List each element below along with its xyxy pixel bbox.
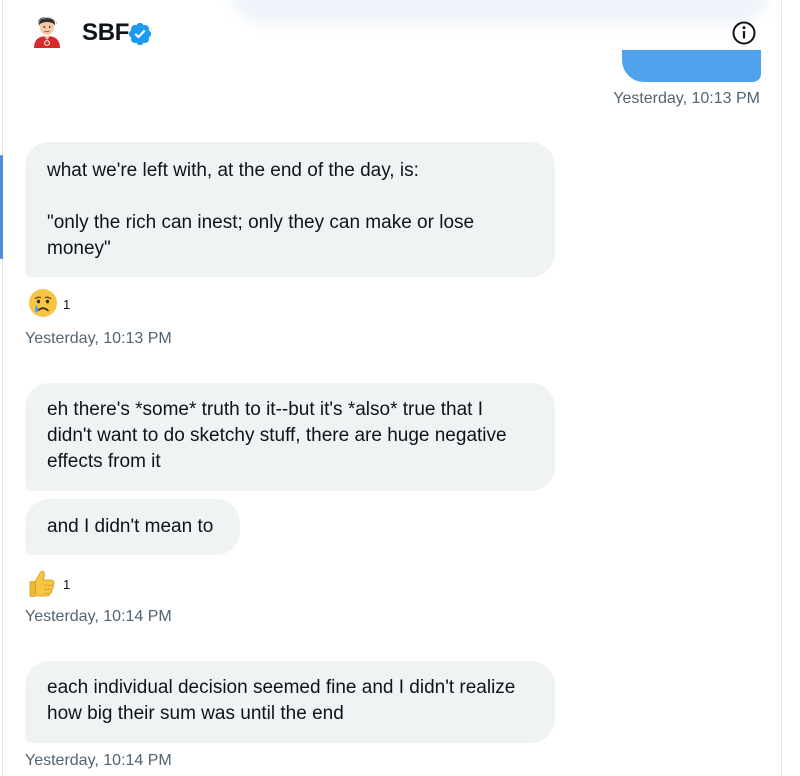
reaction-count: 1 bbox=[63, 296, 71, 312]
verified-badge-icon bbox=[128, 22, 152, 46]
conversation-left-border bbox=[2, 0, 3, 776]
message-timestamp: Yesterday, 10:14 PM bbox=[25, 752, 172, 769]
received-message-bubble[interactable]: what we're left with, at the end of the … bbox=[25, 142, 555, 277]
message-timestamp: Yesterday, 10:13 PM bbox=[25, 330, 172, 347]
received-message-bubble[interactable]: each individual decision seemed fine and… bbox=[25, 661, 555, 743]
person-avatar-icon[interactable] bbox=[30, 14, 64, 48]
message-reaction[interactable]: 1 bbox=[27, 286, 70, 320]
message-timestamp: Yesterday, 10:14 PM bbox=[25, 608, 172, 625]
scroll-indicator[interactable] bbox=[0, 155, 3, 259]
sent-message-timestamp: Yesterday, 10:13 PM bbox=[613, 90, 760, 107]
reaction-count: 1 bbox=[63, 576, 71, 592]
crying-face-icon bbox=[29, 289, 57, 317]
received-message-bubble[interactable]: and I didn't mean to bbox=[25, 499, 240, 555]
conversation-right-border bbox=[781, 0, 782, 776]
thumbs-up-icon bbox=[29, 570, 55, 597]
contact-name[interactable]: SBF bbox=[82, 19, 129, 47]
message-reaction[interactable]: 1 bbox=[27, 566, 70, 600]
received-message-bubble[interactable]: eh there's *some* truth to it--but it's … bbox=[25, 383, 555, 491]
sent-message-bubble[interactable] bbox=[622, 50, 761, 82]
info-icon[interactable] bbox=[730, 19, 758, 47]
